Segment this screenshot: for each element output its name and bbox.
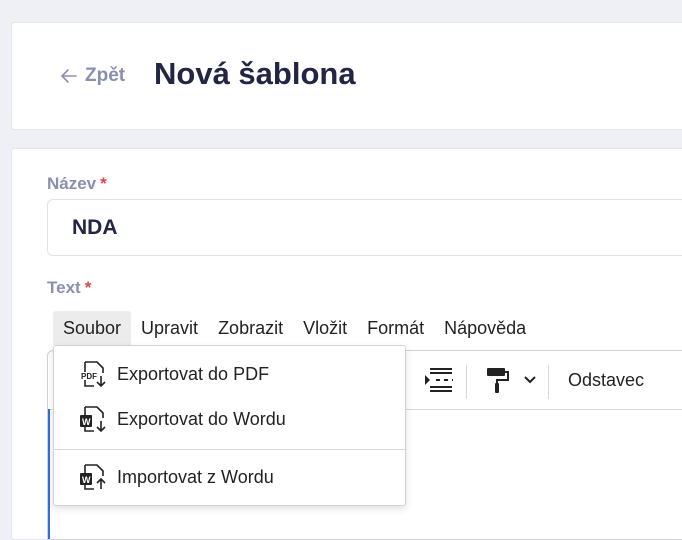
toolbar-divider bbox=[548, 365, 549, 399]
export-pdf-item[interactable]: PDF Exportovat do PDF bbox=[54, 353, 405, 395]
text-label-text: Text bbox=[47, 278, 81, 297]
import-word-label: Importovat z Wordu bbox=[117, 466, 274, 487]
name-label-text: Název bbox=[47, 174, 97, 193]
block-format-value: Odstavec bbox=[568, 369, 645, 390]
svg-text:PDF: PDF bbox=[81, 372, 97, 381]
chevron-down-icon bbox=[524, 376, 536, 384]
export-word-icon: W bbox=[80, 406, 106, 433]
back-link[interactable]: Zpět bbox=[59, 64, 125, 88]
file-menu-dropdown: PDF Exportovat do PDF W Exportovat do Wo… bbox=[53, 345, 406, 506]
menu-divider bbox=[54, 449, 405, 450]
menu-zobrazit[interactable]: Zobrazit bbox=[208, 311, 293, 345]
required-mark: * bbox=[100, 174, 107, 193]
page-break-button[interactable] bbox=[422, 365, 456, 395]
svg-text:W: W bbox=[82, 417, 91, 427]
editor-menubar: Soubor Upravit Zobrazit Vložit Formát Ná… bbox=[53, 310, 536, 346]
menu-soubor[interactable]: Soubor bbox=[53, 311, 132, 345]
svg-text:W: W bbox=[82, 475, 91, 485]
export-word-item[interactable]: W Exportovat do Wordu bbox=[54, 398, 405, 440]
format-painter-button[interactable] bbox=[485, 365, 511, 395]
required-mark: * bbox=[84, 278, 92, 297]
paint-roller-icon bbox=[487, 368, 509, 393]
page-break-icon bbox=[425, 368, 453, 392]
name-input-value: NDA bbox=[72, 215, 118, 239]
block-format-select[interactable]: Odstavec bbox=[568, 365, 644, 395]
page-title: Nová šablona bbox=[154, 56, 356, 91]
arrow-left-icon bbox=[61, 69, 77, 83]
name-input[interactable]: NDA bbox=[47, 199, 682, 256]
menu-napoveda[interactable]: Nápověda bbox=[434, 311, 536, 345]
name-label: Název * bbox=[47, 174, 107, 194]
back-label: Zpět bbox=[85, 65, 126, 86]
import-word-item[interactable]: W Importovat z Wordu bbox=[54, 456, 405, 498]
import-word-icon: W bbox=[80, 464, 106, 490]
menu-format[interactable]: Formát bbox=[357, 311, 434, 345]
export-pdf-label: Exportovat do PDF bbox=[117, 363, 270, 384]
text-label: Text * bbox=[47, 278, 91, 298]
export-word-label: Exportovat do Wordu bbox=[117, 408, 286, 429]
format-painter-dropdown[interactable] bbox=[522, 365, 538, 395]
menu-vlozit[interactable]: Vložit bbox=[293, 311, 357, 345]
menu-upravit[interactable]: Upravit bbox=[131, 311, 208, 345]
export-pdf-icon: PDF bbox=[80, 361, 106, 388]
toolbar-divider bbox=[466, 365, 467, 399]
